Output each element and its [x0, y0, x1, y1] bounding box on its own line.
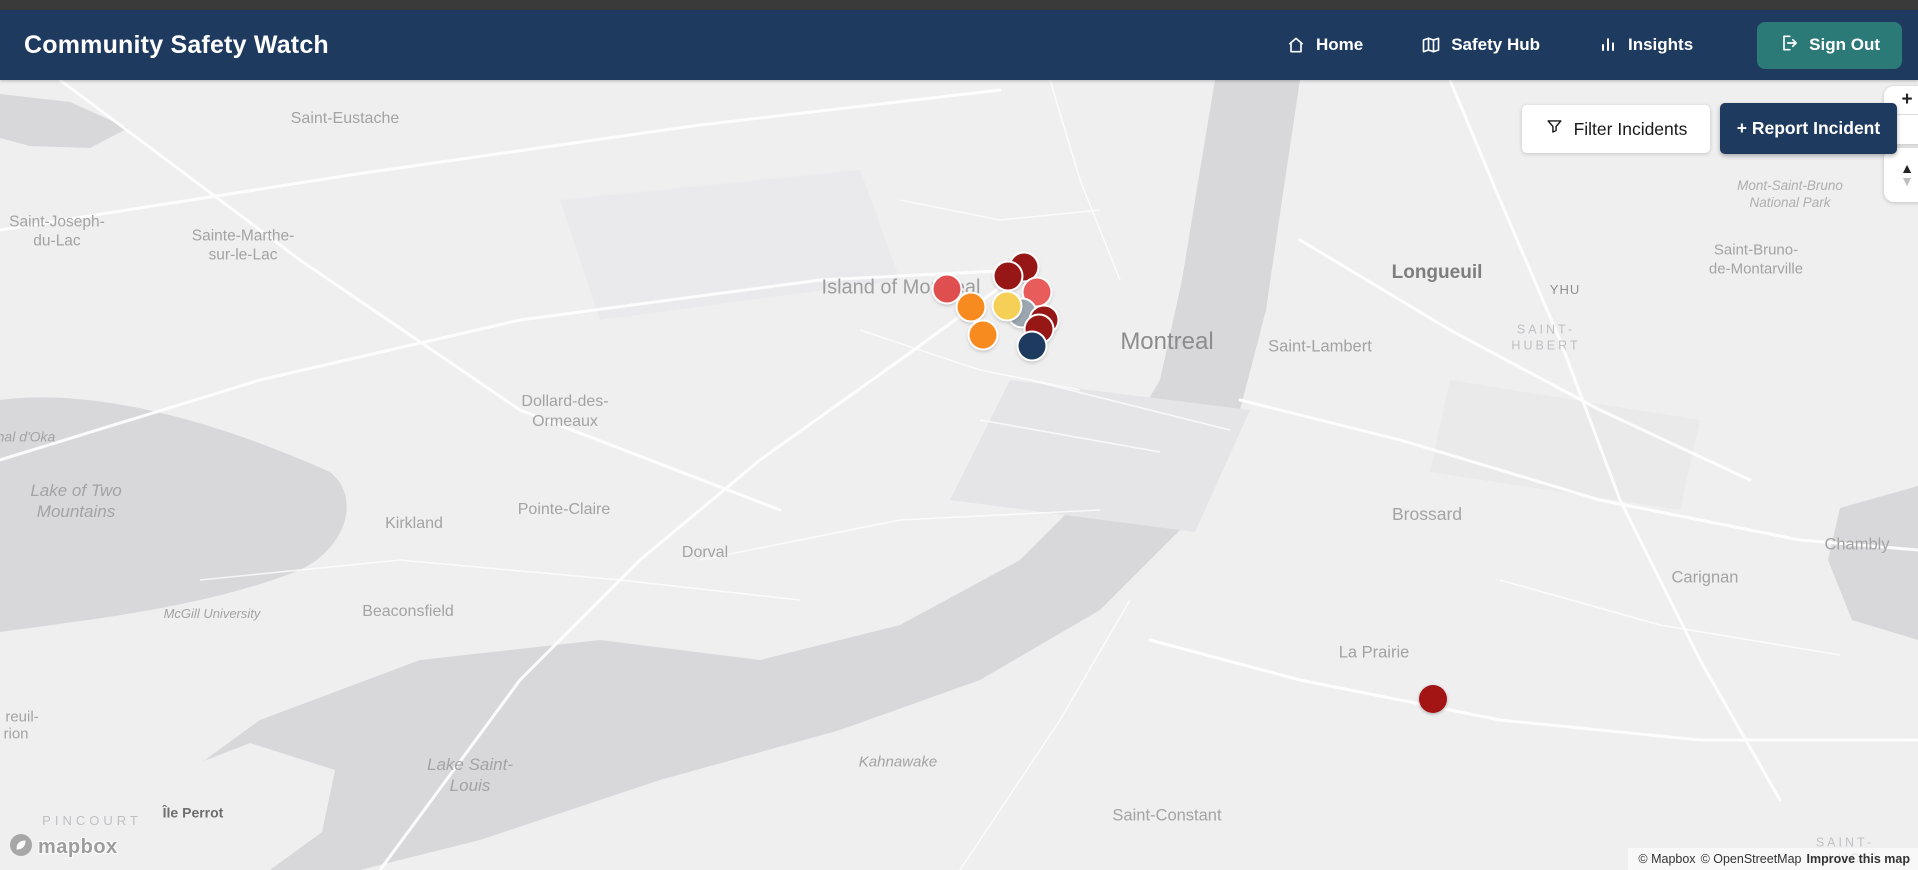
pitch-down-icon[interactable]: ▼ [1900, 174, 1914, 188]
incident-marker[interactable] [933, 275, 961, 303]
report-incident-label: + Report Incident [1736, 118, 1881, 138]
filter-incidents-button[interactable]: Filter Incidents [1522, 105, 1710, 153]
map-attribution: © Mapbox © OpenStreetMap Improve this ma… [1628, 848, 1918, 870]
bar-chart-icon [1598, 35, 1618, 55]
report-incident-button[interactable]: + Report Incident [1720, 103, 1897, 154]
nav-item-label: Safety Hub [1451, 35, 1540, 54]
incident-marker[interactable] [1419, 685, 1447, 713]
map-canvas[interactable]: Saint-Eustache Saint-Joseph- du-Lac Sainte… [0, 80, 1918, 870]
app-title: Community Safety Watch [24, 30, 329, 59]
map-icon [1421, 35, 1441, 55]
mapbox-logo-icon [8, 832, 34, 863]
filter-incidents-label: Filter Incidents [1573, 118, 1688, 139]
main-nav: Home Safety Hub Insights Sign Out [1286, 21, 1902, 69]
sign-out-icon [1779, 33, 1799, 58]
nav-item-label: Home [1315, 35, 1364, 54]
window-chrome-strip [0, 0, 1918, 10]
improve-map-link[interactable]: Improve this map [1807, 852, 1911, 866]
nav-item-safety-hub[interactable]: Safety Hub [1421, 35, 1540, 55]
map-pitch-control[interactable]: ▲ ▼ [1884, 148, 1918, 202]
home-icon [1286, 35, 1306, 55]
nav-item-home[interactable]: Home [1286, 35, 1363, 55]
incident-marker[interactable] [957, 293, 985, 321]
nav-item-label: Insights [1628, 35, 1694, 54]
incident-marker[interactable] [994, 262, 1022, 290]
mapbox-attribution-link[interactable]: © Mapbox [1638, 852, 1695, 866]
nav-item-insights[interactable]: Insights [1598, 35, 1693, 55]
app-header: Community Safety Watch Home Safety Hub I… [0, 10, 1918, 80]
sign-out-label: Sign Out [1809, 35, 1880, 54]
community-safety-watch-app: Community Safety Watch Home Safety Hub I… [0, 0, 1918, 870]
mapbox-logo[interactable]: mapbox [8, 832, 118, 863]
mapbox-wordmark: mapbox [38, 836, 118, 858]
osm-attribution-link[interactable]: © OpenStreetMap [1701, 852, 1802, 866]
incident-marker[interactable] [969, 321, 997, 349]
incident-marker[interactable] [993, 292, 1021, 320]
sign-out-button[interactable]: Sign Out [1757, 21, 1902, 69]
zoom-in-button[interactable]: + [1901, 86, 1912, 114]
filter-funnel-icon [1545, 117, 1564, 141]
incident-marker[interactable] [1018, 332, 1046, 360]
map-artwork [0, 80, 1918, 870]
